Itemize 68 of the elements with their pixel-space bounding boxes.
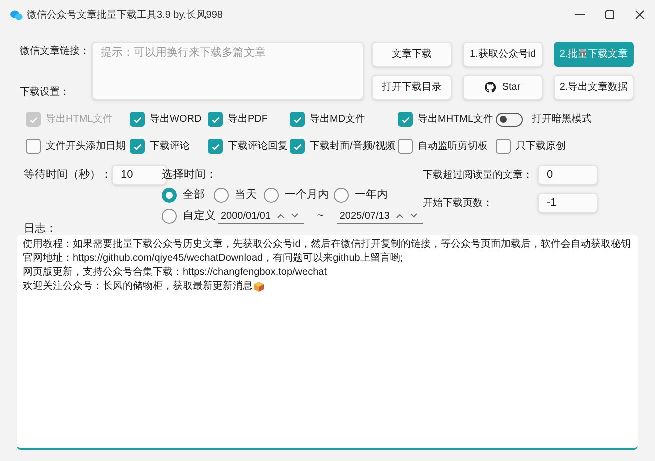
spin-arrows-icon — [396, 213, 420, 219]
checkbox-label: 导出PDF — [228, 112, 268, 127]
radio-label: 一个月内 — [285, 188, 329, 204]
action-button[interactable]: 打开下载目录 — [372, 75, 452, 100]
start-page-label: 开始下载页数： — [423, 196, 494, 210]
window-title: 微信公众号文章批量下载工具3.9 by.长风998 — [27, 8, 223, 22]
log-label: 日志： — [24, 222, 58, 236]
radio-button[interactable] — [214, 188, 229, 203]
radio-button[interactable] — [162, 188, 177, 203]
checkbox[interactable] — [130, 139, 145, 154]
link-label: 微信文章链接： — [20, 44, 91, 59]
checkbox[interactable] — [208, 112, 223, 127]
checkmark-icon — [292, 142, 302, 152]
action-button[interactable]: 1.获取公众号id — [463, 42, 543, 67]
start-page-field[interactable]: -1 — [538, 193, 598, 213]
link-input-field[interactable]: 提示：可以用换行来下载多篇文章 — [92, 42, 364, 100]
chat-bubbles-icon — [10, 10, 23, 20]
log-line: 使用教程：如果需要批量下载公众号历史文章，先获取公众号id，然后在微信打开复制的链接，等公众号页面加载后，软件会自动获取秘钥 — [23, 238, 631, 252]
checkbox[interactable] — [398, 139, 413, 154]
checkmark-icon — [132, 114, 142, 124]
checkbox-label: 导出MD文件 — [310, 112, 366, 127]
radio-label: 当天 — [235, 188, 257, 204]
cube-icon — [254, 282, 264, 292]
checkbox[interactable] — [290, 112, 305, 127]
checkbox-label: 文件开头添加日期 — [46, 140, 126, 154]
log-area[interactable]: 使用教程：如果需要批量下载公众号历史文章，先获取公众号id，然后在微信打开复制的链接，等公众号页面加载后，软件会自动获取秘钥 官网地址：https://github.com/qiye45/wechatDownload，有问题可以来github上留言哟; 网页版更新，支持公众号合集下载：https://changfengbox.top/wechat 欢迎关注公众号：长风的储物柜，获取最新更新消息 — [17, 235, 638, 450]
checkbox[interactable] — [398, 112, 413, 127]
checkbox-label: 导出WORD — [150, 112, 202, 127]
spin-arrows-icon — [277, 213, 302, 219]
action-button[interactable]: 2.导出文章数据 — [554, 75, 634, 100]
radio-label: 自定义 — [183, 208, 216, 224]
min-reads-label: 下载超过阅读量的文章： — [423, 168, 534, 182]
checkbox[interactable] — [208, 139, 223, 154]
checkbox[interactable] — [26, 139, 41, 154]
checkbox[interactable] — [290, 139, 305, 154]
checkbox-label: 只下载原创 — [516, 140, 566, 154]
star-button[interactable]: Star — [463, 75, 543, 100]
checkmark-icon — [210, 114, 220, 124]
checkbox-label: 下载封面/音频/视频 — [310, 140, 396, 154]
wait-label: 等待时间（秒）： — [24, 168, 112, 183]
log-line: 网页版更新，支持公众号合集下载：https://changfengbox.top/wechat — [23, 266, 327, 280]
radio-button[interactable] — [334, 188, 349, 203]
radio-button[interactable] — [264, 188, 279, 203]
github-cat-icon — [485, 82, 496, 93]
radio-label: 一年内 — [355, 188, 388, 204]
radio-button[interactable] — [162, 209, 177, 224]
checkmark-icon — [210, 142, 220, 152]
checkbox-label: 导出MHTML文件 — [418, 112, 494, 127]
checkbox-label: 下载评论 — [150, 140, 190, 154]
log-line: 官网地址：https://github.com/qiye45/wechatDownload，有问题可以来github上留言哟; — [23, 252, 404, 266]
checkbox-label: 导出HTML文件 — [46, 112, 114, 127]
action-button[interactable]: 文章下载 — [372, 42, 452, 67]
checkbox-label: 自动监听剪切板 — [418, 140, 488, 154]
checkmark-icon — [132, 142, 142, 152]
checkmark-icon — [292, 114, 302, 124]
date-picker[interactable]: 2025/07/13 — [336, 210, 423, 224]
range-separator: ~ — [316, 209, 325, 224]
min-reads-field[interactable]: 0 — [538, 165, 598, 185]
checkbox[interactable] — [130, 112, 145, 127]
checkmark-icon — [400, 114, 410, 124]
toggle-label: 打开暗黑模式 — [532, 112, 592, 127]
checkbox-label: 下载评论回复 — [228, 140, 288, 154]
date-picker[interactable]: 2000/01/01 — [218, 210, 304, 224]
checkbox[interactable] — [496, 139, 511, 154]
log-line: 欢迎关注公众号：长风的储物柜，获取最新更新消息 — [23, 280, 253, 294]
settings-label: 下载设置： — [20, 86, 71, 100]
toggle-switch[interactable] — [496, 112, 523, 126]
radio-label: 全部 — [183, 188, 205, 204]
